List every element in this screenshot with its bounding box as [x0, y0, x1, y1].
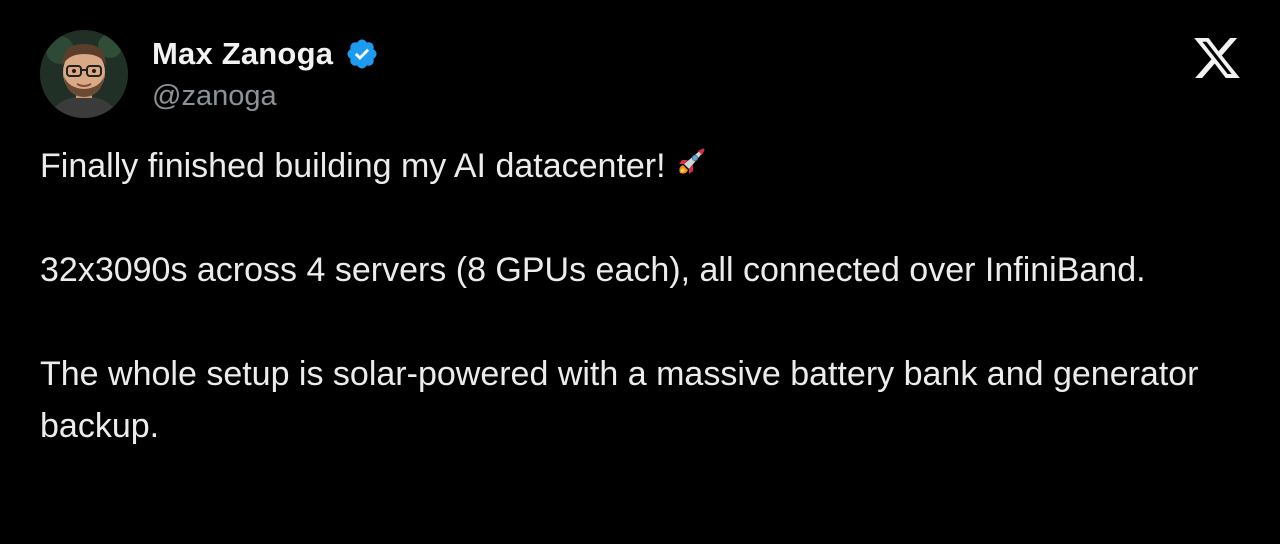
tweet-text: Finally finished building my AI datacent…: [40, 140, 1240, 452]
tweet-line-1: Finally finished building my AI datacent…: [40, 147, 666, 185]
tweet-paragraph-1: Finally finished building my AI datacent…: [40, 140, 1240, 192]
author-name-row: Max Zanoga: [152, 34, 379, 74]
rocket-icon: [672, 144, 708, 180]
tweet-card: Max Zanoga @zanoga Finally finished buil…: [0, 0, 1280, 544]
verified-badge-icon: [345, 37, 379, 71]
avatar[interactable]: [40, 30, 128, 118]
author-display-name[interactable]: Max Zanoga: [152, 36, 333, 72]
tweet-paragraph-2: 32x3090s across 4 servers (8 GPUs each),…: [40, 251, 1146, 289]
author-handle[interactable]: @zanoga: [152, 80, 277, 113]
x-logo-icon[interactable]: [1194, 38, 1240, 78]
tweet-paragraph-3: The whole setup is solar-powered with a …: [40, 355, 1199, 445]
